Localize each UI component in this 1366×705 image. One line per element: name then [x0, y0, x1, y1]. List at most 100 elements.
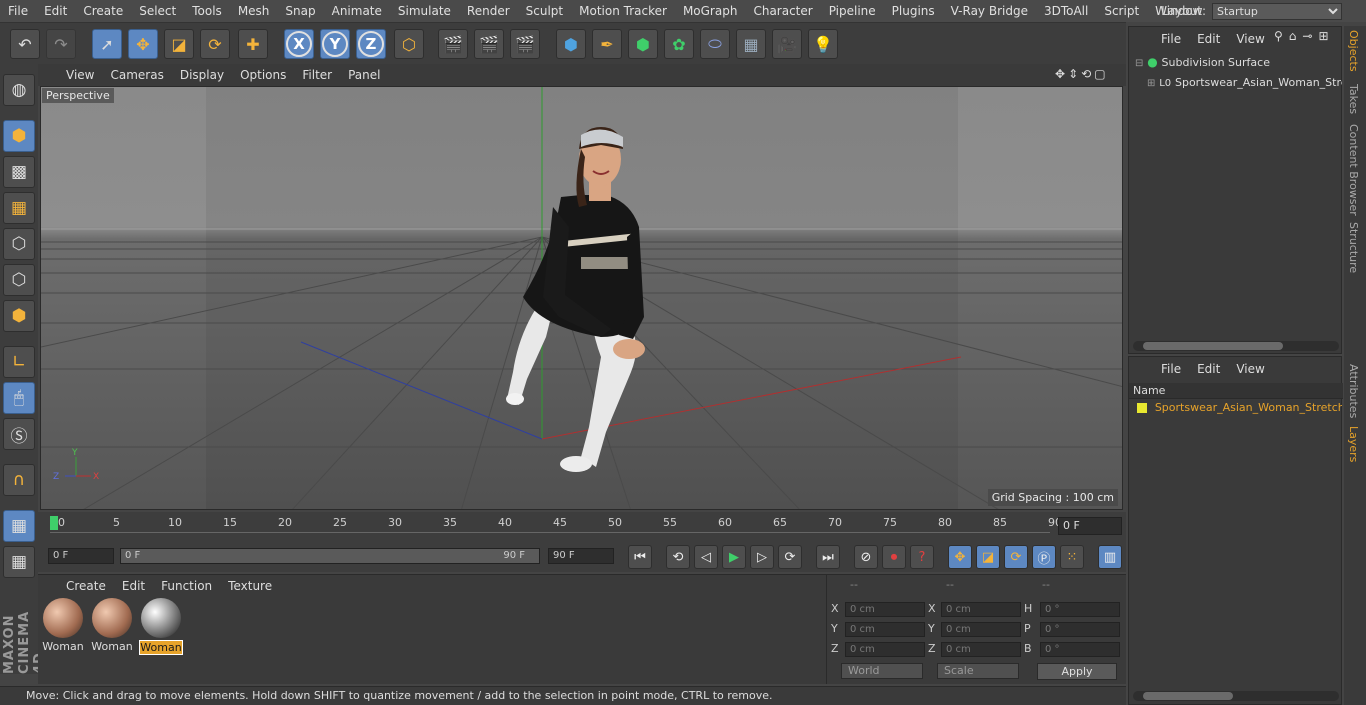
- layer-horizontal-scrollbar[interactable]: [1133, 691, 1339, 701]
- make-editable-button[interactable]: ◍: [3, 74, 35, 106]
- key-rotation-button[interactable]: ⟳: [1004, 545, 1028, 569]
- material-menu-item[interactable]: Function: [153, 579, 220, 593]
- pan-icon[interactable]: ✥: [1055, 67, 1065, 81]
- home-icon[interactable]: ⌂: [1289, 29, 1297, 43]
- menu-item[interactable]: 3DToAll: [1036, 4, 1096, 18]
- timeline-ruler[interactable]: 0 5 10 15 20 25 30 35 40 45 50 55 60 65 70 75 80 85 90: [38, 512, 1126, 542]
- menu-item[interactable]: Animate: [324, 4, 390, 18]
- menu-item[interactable]: MoGraph: [675, 4, 746, 18]
- menu-item[interactable]: Mesh: [230, 4, 278, 18]
- menu-item[interactable]: Pipeline: [821, 4, 884, 18]
- layout-dropdown[interactable]: Startup: [1212, 2, 1342, 20]
- cube-button[interactable]: ⬢: [556, 29, 586, 59]
- undo-button[interactable]: ↶: [10, 29, 40, 59]
- go-to-end-button[interactable]: ⏭: [816, 545, 840, 569]
- tab-structure[interactable]: Structure: [1347, 222, 1360, 273]
- tab-content-browser[interactable]: Content Browser: [1347, 124, 1360, 216]
- key-pla-button[interactable]: ⁙: [1060, 545, 1084, 569]
- coord-value-field[interactable]: 0 cm: [941, 622, 1021, 637]
- dolly-icon[interactable]: ⇕: [1068, 67, 1078, 81]
- coord-value-field[interactable]: 0 °: [1040, 602, 1120, 617]
- objects-menu-item[interactable]: Edit: [1189, 32, 1228, 46]
- move-tool-button[interactable]: ✥: [128, 29, 158, 59]
- viewport-menu-item[interactable]: Panel: [340, 68, 388, 82]
- start-frame-field[interactable]: 0 F: [48, 548, 114, 564]
- key-scale-button[interactable]: ◪: [976, 545, 1000, 569]
- workplane-align-button[interactable]: ▦: [3, 546, 35, 578]
- world-dropdown[interactable]: World: [841, 663, 923, 679]
- solo-button[interactable]: Ⓢ: [3, 418, 35, 450]
- menu-item[interactable]: Script: [1096, 4, 1147, 18]
- live-selection-button[interactable]: ➚: [92, 29, 122, 59]
- search-icon[interactable]: ⚲: [1274, 29, 1283, 43]
- viewport-menu-item[interactable]: Options: [232, 68, 294, 82]
- workplane-lock-button[interactable]: ▦: [3, 510, 35, 542]
- play-button[interactable]: ▶: [722, 545, 746, 569]
- render-picture-viewer-button[interactable]: 🎬: [474, 29, 504, 59]
- menu-item[interactable]: Character: [745, 4, 820, 18]
- object-item[interactable]: ⊟ ● Subdivision Surface: [1135, 55, 1270, 69]
- menu-item[interactable]: Plugins: [884, 4, 943, 18]
- z-axis-button[interactable]: Z: [356, 29, 386, 59]
- coord-value-field[interactable]: 0 °: [1040, 642, 1120, 657]
- menu-item[interactable]: Sculpt: [518, 4, 571, 18]
- render-view-button[interactable]: 🎬: [438, 29, 468, 59]
- recent-tool-button[interactable]: ✚: [238, 29, 268, 59]
- tab-attributes[interactable]: Attributes: [1347, 364, 1360, 418]
- tab-objects[interactable]: Objects: [1347, 30, 1360, 72]
- material-item[interactable]: Woman: [90, 598, 134, 653]
- coord-value-field[interactable]: 0 cm: [845, 642, 925, 657]
- coordinate-system-button[interactable]: ⬡: [394, 29, 424, 59]
- objects-menu-item[interactable]: File: [1153, 32, 1189, 46]
- coord-value-field[interactable]: 0 cm: [941, 642, 1021, 657]
- layers-menu-item[interactable]: File: [1153, 362, 1189, 376]
- polygons-mode-button[interactable]: ⬢: [3, 300, 35, 332]
- y-axis-button[interactable]: Y: [320, 29, 350, 59]
- viewport-menu-item[interactable]: Filter: [294, 68, 340, 82]
- render-settings-button[interactable]: 🎬: [510, 29, 540, 59]
- material-item[interactable]: Woman: [41, 598, 85, 653]
- objects-menu-item[interactable]: View: [1228, 32, 1272, 46]
- edges-mode-button[interactable]: ⬡: [3, 264, 35, 296]
- redo-button[interactable]: ↷: [46, 29, 76, 59]
- subdivision-button[interactable]: ⬢: [628, 29, 658, 59]
- menu-item[interactable]: Motion Tracker: [571, 4, 675, 18]
- maximize-icon[interactable]: ▢: [1094, 67, 1105, 81]
- next-key-button[interactable]: ⟳: [778, 545, 802, 569]
- deformer-button[interactable]: ⬭: [700, 29, 730, 59]
- timeline-button[interactable]: ▥: [1098, 545, 1122, 569]
- key-position-button[interactable]: ✥: [948, 545, 972, 569]
- cloner-button[interactable]: ✿: [664, 29, 694, 59]
- material-item[interactable]: Woman: [139, 598, 183, 655]
- axis-mode-button[interactable]: ∟: [3, 346, 35, 378]
- menu-item[interactable]: Create: [75, 4, 131, 18]
- model-mode-button[interactable]: ⬢: [3, 120, 35, 152]
- material-menu-item[interactable]: Create: [58, 579, 114, 593]
- object-item[interactable]: ⊞ L0 Sportswear_Asian_Woman_Stretc: [1147, 75, 1342, 89]
- tweak-mode-button[interactable]: 🖱: [3, 382, 35, 414]
- expand-icon[interactable]: ⊟: [1135, 58, 1143, 69]
- scale-tool-button[interactable]: ◪: [164, 29, 194, 59]
- expand-icon[interactable]: ⊞: [1147, 78, 1155, 89]
- link-icon[interactable]: ⊸: [1302, 29, 1312, 43]
- layers-menu-item[interactable]: Edit: [1189, 362, 1228, 376]
- keyframe-selection-button[interactable]: ?: [910, 545, 934, 569]
- go-to-start-button[interactable]: ⏮: [628, 545, 652, 569]
- pen-button[interactable]: ✒: [592, 29, 622, 59]
- menu-item[interactable]: V-Ray Bridge: [943, 4, 1036, 18]
- layer-color-swatch[interactable]: [1137, 402, 1147, 413]
- menu-item[interactable]: Render: [459, 4, 518, 18]
- 3d-viewport[interactable]: Y Z X Grid Spacing : 100 cm: [40, 86, 1123, 510]
- points-mode-button[interactable]: ⬡: [3, 228, 35, 260]
- layer-item[interactable]: Sportswear_Asian_Woman_Stretch: [1137, 400, 1342, 414]
- workplane-button[interactable]: ▦: [3, 192, 35, 224]
- snap-button[interactable]: ∩: [3, 464, 35, 496]
- viewport-menu-item[interactable]: Display: [172, 68, 232, 82]
- layers-menu-item[interactable]: View: [1228, 362, 1272, 376]
- menu-item[interactable]: Select: [131, 4, 184, 18]
- material-menu-item[interactable]: Texture: [220, 579, 280, 593]
- x-axis-button[interactable]: X: [284, 29, 314, 59]
- coord-value-field[interactable]: 0 cm: [941, 602, 1021, 617]
- viewport-menu-item[interactable]: View: [58, 68, 102, 82]
- coord-value-field[interactable]: 0 cm: [845, 602, 925, 617]
